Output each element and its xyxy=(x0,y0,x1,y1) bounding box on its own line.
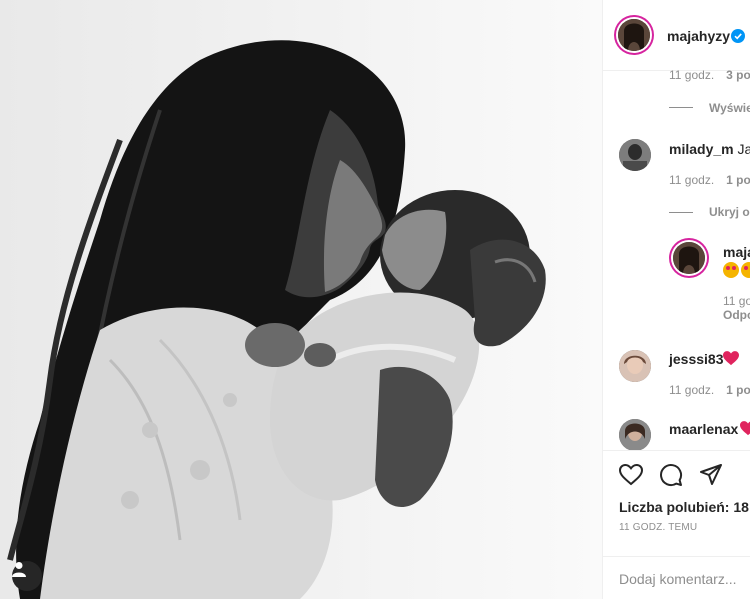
comment-meta: 11 godz. 3 po xyxy=(669,68,750,82)
comment-likes[interactable]: 1 pol xyxy=(726,383,750,397)
person-icon xyxy=(12,562,26,577)
comment-time: 11 godz. xyxy=(669,383,715,397)
add-comment-input[interactable] xyxy=(619,569,744,589)
like-heart-icon[interactable] xyxy=(619,464,643,486)
comment-meta: 11 godz. 1 pol xyxy=(669,173,750,187)
verified-badge-icon xyxy=(731,29,745,43)
post-photo[interactable] xyxy=(0,0,602,599)
comment-likes[interactable]: 3 po xyxy=(726,68,750,82)
heart-emoji-icon xyxy=(740,421,750,436)
reply-emoji-row xyxy=(723,262,750,278)
comment-time: 11 godz. xyxy=(669,173,715,187)
share-send-icon[interactable] xyxy=(699,464,723,486)
post-image xyxy=(0,0,602,599)
hide-replies-button[interactable]: Ukryj od xyxy=(709,205,750,219)
avatar-image xyxy=(619,350,651,382)
reply-button[interactable]: Odpo xyxy=(723,308,750,322)
comment-meta: 11 godz. 1 pol xyxy=(669,383,750,397)
heart-emoji-icon xyxy=(723,351,739,366)
post-actions: Liczba polubień: 18 4 11 GODZ. TEMU xyxy=(603,450,750,599)
post-header: majahyzy xyxy=(603,0,750,71)
post-timestamp[interactable]: 11 GODZ. TEMU xyxy=(619,522,697,533)
avatar-image xyxy=(673,242,705,274)
reply-time: 11 god xyxy=(723,294,750,308)
author-avatar[interactable] xyxy=(618,19,650,51)
user-tag-button[interactable] xyxy=(12,561,42,591)
reply-username[interactable]: maja xyxy=(723,244,750,260)
avatar-image xyxy=(619,139,651,171)
commenter-username[interactable]: jesssi83 xyxy=(669,351,724,367)
commenter-avatar[interactable] xyxy=(619,139,651,171)
comment-likes[interactable]: 1 pol xyxy=(726,173,750,187)
likes-count[interactable]: Liczba polubień: 18 4 xyxy=(619,499,750,515)
username-text[interactable]: milady_m xyxy=(669,141,734,157)
divider-dash xyxy=(669,107,693,108)
star-struck-emoji-icon xyxy=(741,262,750,278)
comment-time: 11 godz. xyxy=(669,68,715,82)
commenter-avatar[interactable] xyxy=(619,350,651,382)
commenter-avatar[interactable] xyxy=(619,419,651,451)
commenter-username[interactable]: milady_m Jak xyxy=(669,141,750,157)
avatar-image xyxy=(618,19,650,51)
comment-bubble-icon[interactable] xyxy=(659,463,683,487)
post-side-panel: majahyzy 11 godz. 3 po Wyświe milady_m Ja… xyxy=(602,0,750,599)
add-comment-box xyxy=(603,556,750,599)
comment-text: Jak xyxy=(737,141,750,157)
author-username[interactable]: majahyzy xyxy=(667,28,730,44)
star-struck-emoji-icon xyxy=(723,262,739,278)
commenter-username[interactable]: maarlenax xyxy=(669,421,738,437)
reply-avatar[interactable] xyxy=(673,242,705,274)
view-replies-button[interactable]: Wyświe xyxy=(709,101,750,115)
avatar-image xyxy=(619,419,651,451)
divider-dash xyxy=(669,212,693,213)
